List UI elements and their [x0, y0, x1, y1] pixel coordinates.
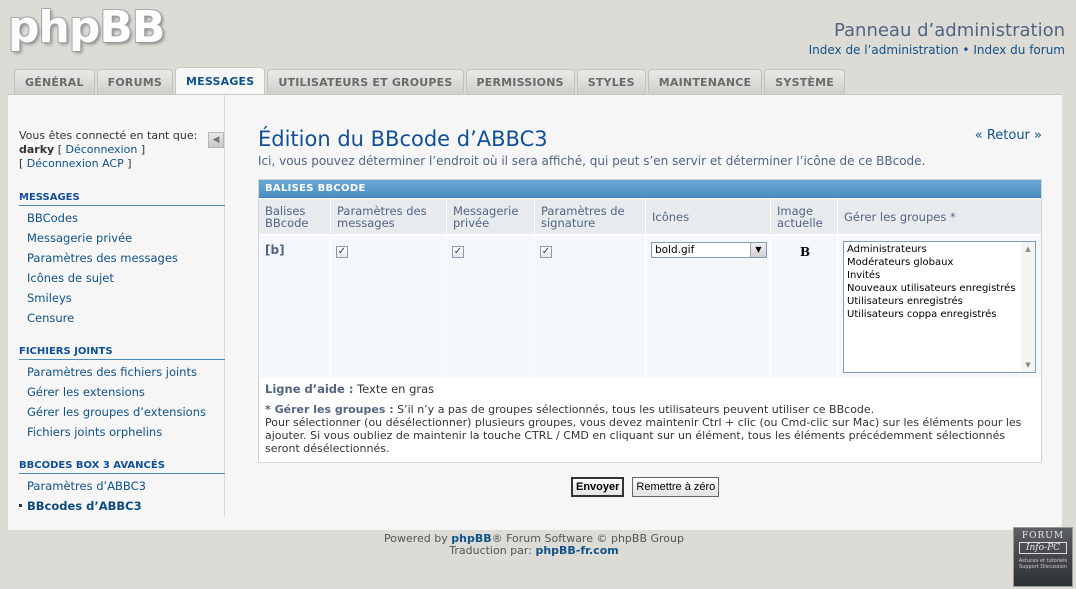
tab-forums[interactable]: FORUMS [96, 69, 173, 94]
menu-item-orphan-attachments[interactable]: Fichiers joints orphelins [27, 425, 162, 439]
table-title: BALISES BBCODE [259, 180, 1041, 198]
menu-section-messages: MESSAGES [19, 192, 225, 206]
forum-info-pc-badge[interactable]: FORUM Info-PC Astuces et tutoriels Suppo… [1013, 527, 1073, 587]
scroll-down-icon[interactable]: ▼ [1021, 359, 1035, 371]
phpbb-logo: phpBB [8, 2, 165, 53]
help-label: Ligne d’aide : [265, 382, 354, 396]
icon-select[interactable]: bold.gif ▼ [651, 242, 767, 258]
help-value: Texte en gras [357, 382, 435, 396]
header-links: Index de l’administration • Index du for… [809, 43, 1065, 57]
page-title: Édition du BBcode d’ABBC3 [258, 127, 548, 151]
tab-system[interactable]: SYSTÈME [764, 69, 845, 94]
note-label: * Gérer les groupes : [265, 403, 394, 416]
username: darky [19, 143, 55, 156]
tab-styles[interactable]: STYLES [576, 69, 646, 94]
menu-item-topic-icons[interactable]: Icônes de sujet [27, 271, 114, 285]
pm-checkbox[interactable]: ✓ [452, 246, 464, 258]
submit-button[interactable]: Envoyer [571, 477, 625, 497]
menu-item-extension-groups[interactable]: Gérer les groupes d’extensions [27, 405, 206, 419]
form-buttons: Envoyer Remettre à zéro [571, 477, 720, 497]
note-line1: S’il n’y a pas de groupes sélectionnés, … [397, 403, 875, 416]
chevron-down-icon: ▼ [750, 243, 766, 257]
reset-button[interactable]: Remettre à zéro [632, 477, 720, 497]
login-info: Vous êtes connecté en tant que: darky [ … [19, 129, 198, 170]
groups-listbox[interactable]: Administrateurs Modérateurs globaux Invi… [843, 241, 1036, 373]
menu-item-manage-extensions[interactable]: Gérer les extensions [27, 385, 145, 399]
menu-item-abbc3-bbcodes[interactable]: BBcodes d’ABBC3 [19, 499, 142, 513]
badge-line1: FORUM [1021, 531, 1065, 541]
intro-text: Ici, vous pouvez déterminer l’endroit où… [258, 154, 926, 168]
icon-select-value: bold.gif [655, 244, 695, 256]
bbcode-tag: [b] [265, 243, 285, 257]
table-row: [b] ✓ ✓ ✓ bold.gif ▼ B Administrateurs M… [259, 236, 1041, 378]
menu-section-abbc3: BBCODES BOX 3 AVANCÉS [19, 460, 225, 474]
footer-translation-pre: Traduction par: [449, 544, 532, 557]
messages-checkbox[interactable]: ✓ [336, 246, 348, 258]
translation-link[interactable]: phpBB-fr.com [535, 544, 618, 557]
menu-item-private-messages[interactable]: Messagerie privée [27, 231, 132, 245]
menu-item-abbc3-settings[interactable]: Paramètres d’ABBC3 [27, 479, 146, 493]
column-headers: Balises BBcode Paramètres des messages Mes… [259, 199, 1041, 235]
col-header-pm: Messagerie privée [446, 199, 534, 235]
back-link[interactable]: « Retour » [975, 128, 1042, 143]
menu-section-attachments: FICHIERS JOINTS [19, 346, 225, 360]
logged-as-label: Vous êtes connecté en tant que: [19, 129, 198, 142]
tab-messages[interactable]: MESSAGES [175, 67, 266, 94]
col-header-groups: Gérer les groupes * [837, 199, 1041, 235]
panel-title: Panneau d’administration [833, 20, 1065, 41]
menu-item-message-settings[interactable]: Paramètres des messages [27, 251, 178, 265]
help-line: Ligne d’aide : Texte en gras [265, 382, 434, 396]
signature-checkbox[interactable]: ✓ [540, 246, 552, 258]
link-separator: • [962, 43, 970, 57]
menu-item-smilies[interactable]: Smileys [27, 291, 72, 305]
logout-acp-link[interactable]: Déconnexion ACP [27, 157, 124, 170]
current-image-bold-icon: B [800, 245, 811, 259]
main-tabs: GÉNÉRAL FORUMS MESSAGES UTILISATEURS ET … [14, 67, 845, 94]
groups-note: * Gérer les groupes : S’il n’y a pas de … [265, 403, 1037, 455]
badge-line3: Astuces et tutoriels Support Discussion [1018, 558, 1068, 570]
forum-index-link[interactable]: Index du forum [973, 43, 1065, 57]
col-header-current-image: Image actuelle [770, 199, 837, 235]
menu-item-bbcodes[interactable]: BBCodes [27, 211, 78, 225]
note-line2: Pour sélectionner (ou désélectionner) pl… [265, 416, 1022, 455]
listbox-scrollbar[interactable]: ▲ ▼ [1021, 242, 1035, 372]
tab-users-groups[interactable]: UTILISATEURS ET GROUPES [267, 69, 464, 94]
footer: Powered by phpBB® Forum Software © phpBB… [0, 533, 1068, 557]
group-option[interactable]: Invités [844, 269, 1035, 282]
sidebar: Vous êtes connecté en tant que: darky [ … [8, 95, 225, 516]
group-option[interactable]: Modérateurs globaux [844, 256, 1035, 269]
collapse-sidebar-icon[interactable]: ◀ [208, 132, 224, 148]
tab-general[interactable]: GÉNÉRAL [14, 69, 95, 94]
col-header-tag: Balises BBcode [265, 204, 309, 230]
scroll-up-icon[interactable]: ▲ [1021, 243, 1035, 255]
tab-maintenance[interactable]: MAINTENANCE [647, 69, 763, 94]
main-panel: Vous êtes connecté en tant que: darky [ … [8, 94, 1062, 530]
col-header-signature: Paramètres de signature [534, 199, 645, 235]
menu-item-attachment-settings[interactable]: Paramètres des fichiers joints [27, 365, 197, 379]
tab-permissions[interactable]: PERMISSIONS [465, 69, 575, 94]
group-option[interactable]: Utilisateurs coppa enregistrés [844, 308, 1035, 321]
group-option[interactable]: Nouveaux utilisateurs enregistrés [844, 282, 1035, 295]
group-option[interactable]: Utilisateurs enregistrés [844, 295, 1035, 308]
col-header-messages: Paramètres des messages [330, 199, 446, 235]
admin-index-link[interactable]: Index de l’administration [809, 43, 959, 57]
bbcode-table: BALISES BBCODE Balises BBcode Paramètres … [258, 179, 1042, 463]
menu-item-censor[interactable]: Censure [27, 311, 74, 325]
footer-powered-pre: Powered by [384, 532, 448, 545]
group-option[interactable]: Administrateurs [844, 243, 1035, 256]
col-header-icons: Icônes [645, 199, 770, 235]
logout-link[interactable]: Déconnexion [66, 143, 138, 156]
badge-line2: Info-PC [1019, 542, 1067, 554]
